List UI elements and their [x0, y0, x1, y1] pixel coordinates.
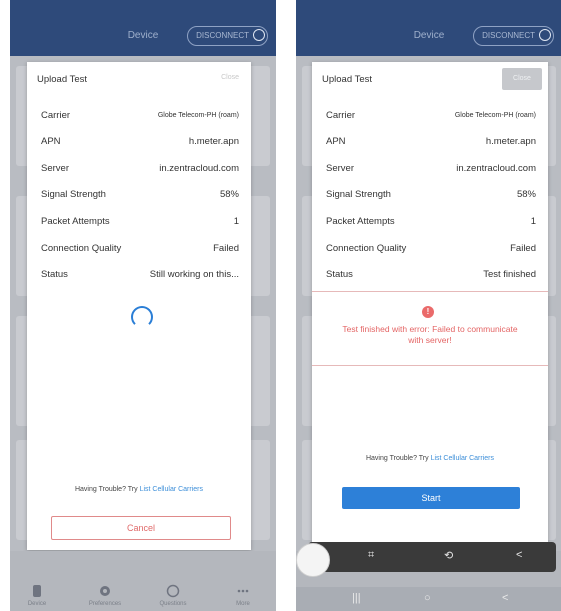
field-value: 58% [516, 189, 536, 200]
trouble-hint: Having Trouble? Try List Cellular Carrie… [27, 486, 251, 493]
phone-screen-in-progress: Device DISCONNECT Upload Test Close Carr… [10, 0, 276, 611]
recent-apps-icon[interactable]: ||| [352, 592, 361, 604]
dialog-title: Upload Test [322, 74, 372, 85]
home-icon[interactable]: ○ [424, 592, 431, 604]
field-row-carrier: Carrier Globe Telecom-PH (roam) [41, 110, 239, 124]
field-row-packet-attempts: Packet Attempts 1 [41, 216, 239, 230]
field-row-status: Status Still working on this... [41, 269, 239, 283]
crop-icon[interactable]: ⌗ [368, 549, 374, 562]
field-row-apn: APN h.meter.apn [326, 136, 536, 150]
field-label: Packet Attempts [41, 216, 110, 227]
status-value: Test finished [483, 269, 536, 280]
field-value: Globe Telecom-PH (roam) [454, 112, 536, 119]
field-label: Status [326, 269, 353, 280]
field-label: Signal Strength [326, 189, 391, 200]
field-value: 58% [219, 189, 239, 200]
power-icon [539, 29, 551, 41]
field-label: Carrier [41, 110, 71, 121]
close-button[interactable]: Close [502, 68, 542, 90]
field-row-carrier: Carrier Globe Telecom-PH (roam) [326, 110, 536, 124]
field-label: Connection Quality [41, 243, 122, 254]
app-header: Device DISCONNECT [10, 0, 276, 56]
trouble-text: Having Trouble? Try [365, 455, 429, 462]
disconnect-label: DISCONNECT [482, 31, 535, 40]
app-header: Device DISCONNECT [296, 0, 561, 56]
disconnect-button[interactable]: DISCONNECT [187, 26, 268, 46]
share-icon[interactable]: < [516, 549, 522, 561]
screenshot-toolbar: ⌗ ⟲ < [308, 542, 556, 572]
field-value: Failed [213, 243, 239, 254]
cancel-button[interactable]: Cancel [51, 516, 231, 540]
nav-item-questions[interactable]: Questions [148, 584, 198, 607]
field-label: Server [326, 163, 354, 174]
field-row-packet-attempts: Packet Attempts 1 [326, 216, 536, 230]
screenshot-thumbnail[interactable] [296, 543, 330, 577]
field-row-signal-strength: Signal Strength 58% [41, 189, 239, 203]
field-row-apn: APN h.meter.apn [41, 136, 239, 150]
trouble-text: Having Trouble? Try [74, 486, 138, 493]
upload-test-dialog: Upload Test Close Carrier Globe Telecom-… [27, 62, 251, 550]
field-label: APN [41, 136, 61, 147]
nav-item-preferences[interactable]: Preferences [80, 584, 130, 607]
start-button[interactable]: Start [342, 487, 520, 509]
nav-item-more[interactable]: More [218, 584, 268, 607]
nav-item-device[interactable]: Device [12, 584, 62, 607]
field-value: Globe Telecom-PH (roam) [157, 112, 239, 119]
field-row-connection-quality: Connection Quality Failed [326, 243, 536, 257]
field-label: Status [41, 269, 68, 280]
upload-test-dialog: Upload Test Close Carrier Globe Telecom-… [312, 62, 548, 542]
power-icon [253, 29, 265, 41]
field-row-server: Server in.zentracloud.com [326, 163, 536, 177]
gear-icon [100, 586, 110, 596]
field-row-server: Server in.zentracloud.com [41, 163, 239, 177]
nav-label: More [236, 601, 250, 607]
field-value: in.zentracloud.com [456, 163, 536, 174]
back-icon[interactable]: < [502, 592, 508, 604]
loading-spinner-icon [131, 306, 153, 328]
field-label: Connection Quality [326, 243, 407, 254]
trouble-hint: Having Trouble? Try List Cellular Carrie… [312, 455, 548, 462]
system-navigation-bar: ||| ○ < [296, 587, 561, 611]
divider [312, 365, 548, 366]
more-icon [237, 589, 249, 593]
list-cellular-carriers-link[interactable]: List Cellular Carriers [431, 455, 494, 462]
field-label: Packet Attempts [326, 216, 395, 227]
bottom-navigation: Device Preferences Questions More [10, 551, 276, 611]
field-label: Signal Strength [41, 189, 106, 200]
error-circle-icon: ! [422, 306, 434, 318]
disconnect-button[interactable]: DISCONNECT [473, 26, 554, 46]
field-value: h.meter.apn [485, 136, 536, 147]
divider [312, 291, 548, 292]
field-row-connection-quality: Connection Quality Failed [41, 243, 239, 257]
rotate-icon[interactable]: ⟲ [444, 549, 453, 562]
field-value: Failed [510, 243, 536, 254]
nav-label: Questions [159, 601, 187, 607]
nav-label: Preferences [88, 601, 122, 607]
close-button[interactable]: Close [221, 74, 239, 81]
list-cellular-carriers-link[interactable]: List Cellular Carriers [140, 486, 203, 493]
device-icon [33, 585, 41, 597]
error-message: Test finished with error: Failed to comm… [342, 324, 518, 345]
field-label: Server [41, 163, 69, 174]
disconnect-label: DISCONNECT [196, 31, 249, 40]
field-label: APN [326, 136, 346, 147]
field-value: in.zentracloud.com [159, 163, 239, 174]
field-label: Carrier [326, 110, 356, 121]
phone-screen-finished: Device DISCONNECT Upload Test Close Carr… [296, 0, 561, 611]
status-value: Still working on this... [149, 269, 239, 280]
field-value: 1 [233, 216, 239, 227]
field-row-signal-strength: Signal Strength 58% [326, 189, 536, 203]
field-row-status: Status Test finished [326, 269, 536, 283]
nav-label: Device [27, 601, 47, 607]
question-icon [166, 584, 180, 598]
dialog-title: Upload Test [37, 74, 87, 85]
field-value: 1 [530, 216, 536, 227]
field-value: h.meter.apn [188, 136, 239, 147]
